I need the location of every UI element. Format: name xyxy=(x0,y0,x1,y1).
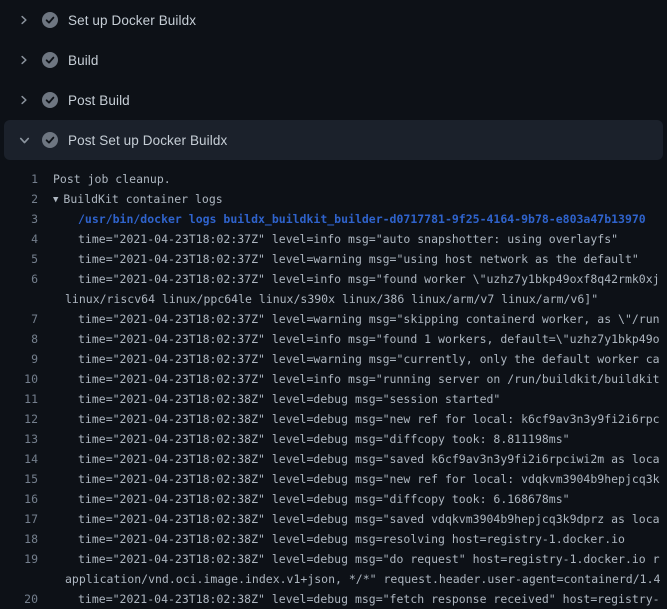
check-circle-icon xyxy=(42,132,58,148)
log-line: 9 ▼time="2021-04-23T18:02:37Z" level=war… xyxy=(0,349,667,369)
log-line-number[interactable]: 17 xyxy=(0,509,38,529)
chevron-down-icon xyxy=(19,135,30,146)
log-line: 19 ▼time="2021-04-23T18:02:38Z" level=de… xyxy=(0,549,667,569)
log-line-text: ▼time="2021-04-23T18:02:38Z" level=debug… xyxy=(38,389,500,409)
log-line-number[interactable]: 5 xyxy=(0,249,38,269)
log-group-toggle[interactable]: ▼BuildKit container logs xyxy=(38,189,223,209)
check-circle-icon xyxy=(42,52,58,68)
log-line: ▼application/vnd.oci.image.index.v1+json… xyxy=(0,569,667,589)
chevron-right-icon xyxy=(19,95,29,105)
step-title: Post Set up Docker Buildx xyxy=(68,133,227,148)
log-line: 8 ▼time="2021-04-23T18:02:37Z" level=inf… xyxy=(0,329,667,349)
log-line-number[interactable]: 10 xyxy=(0,369,38,389)
log-line: 4 ▼time="2021-04-23T18:02:37Z" level=inf… xyxy=(0,229,667,249)
log-line-number xyxy=(0,289,38,309)
log-line-text: ▼time="2021-04-23T18:02:38Z" level=debug… xyxy=(38,589,660,609)
check-circle-icon xyxy=(42,92,58,108)
step-header[interactable]: Set up Docker Buildx xyxy=(4,0,663,40)
chevron-right-icon xyxy=(19,55,29,65)
log-line-text: ▼time="2021-04-23T18:02:37Z" level=warni… xyxy=(38,349,660,369)
log-line-text: ▼linux/riscv64 linux/ppc64le linux/s390x… xyxy=(38,289,598,309)
log-line-text: ▼time="2021-04-23T18:02:38Z" level=debug… xyxy=(38,529,625,549)
log-line-text: ▼time="2021-04-23T18:02:38Z" level=debug… xyxy=(38,549,660,569)
log-line-text: ▼time="2021-04-23T18:02:38Z" level=debug… xyxy=(38,429,570,449)
log-line-text: ▼/usr/bin/docker logs buildx_buildkit_bu… xyxy=(38,209,646,229)
log-line: 7 ▼time="2021-04-23T18:02:37Z" level=war… xyxy=(0,309,667,329)
log-line-text: ▼time="2021-04-23T18:02:38Z" level=debug… xyxy=(38,409,660,429)
log-line: 1 ▼Post job cleanup. xyxy=(0,169,667,189)
log-line: 15 ▼time="2021-04-23T18:02:38Z" level=de… xyxy=(0,469,667,489)
step-header[interactable]: Post Set up Docker Buildx xyxy=(4,120,663,160)
log-line: 12 ▼time="2021-04-23T18:02:38Z" level=de… xyxy=(0,409,667,429)
chevron-right-icon xyxy=(19,15,29,25)
log-line-text: ▼application/vnd.oci.image.index.v1+json… xyxy=(38,569,660,589)
log-line-number[interactable]: 18 xyxy=(0,529,38,549)
log-line-number[interactable]: 13 xyxy=(0,429,38,449)
log-line: 20 ▼time="2021-04-23T18:02:38Z" level=de… xyxy=(0,589,667,609)
log-line-number[interactable]: 1 xyxy=(0,169,38,189)
log-line-number[interactable]: 19 xyxy=(0,549,38,569)
log-line-text: ▼time="2021-04-23T18:02:38Z" level=debug… xyxy=(38,469,660,489)
log-line: 16 ▼time="2021-04-23T18:02:38Z" level=de… xyxy=(0,489,667,509)
log-line: 18 ▼time="2021-04-23T18:02:38Z" level=de… xyxy=(0,529,667,549)
log-line-text: ▼time="2021-04-23T18:02:38Z" level=debug… xyxy=(38,489,570,509)
log-line-number[interactable]: 16 xyxy=(0,489,38,509)
steps-list: Set up Docker Buildx Build Post Build xyxy=(0,0,667,160)
check-circle-icon xyxy=(42,12,58,28)
log-line-number[interactable]: 12 xyxy=(0,409,38,429)
log-line: 2 ▼BuildKit container logs xyxy=(0,189,667,209)
step-header[interactable]: Build xyxy=(4,40,663,80)
log-line-text: ▼time="2021-04-23T18:02:37Z" level=info … xyxy=(38,369,660,389)
log-line: 6 ▼time="2021-04-23T18:02:37Z" level=inf… xyxy=(0,269,667,289)
step-header[interactable]: Post Build xyxy=(4,80,663,120)
log-line-number[interactable]: 7 xyxy=(0,309,38,329)
log-viewer: 1 ▼Post job cleanup. 2 ▼BuildKit contain… xyxy=(0,160,667,609)
log-line-number[interactable]: 6 xyxy=(0,269,38,289)
log-line-number[interactable]: 14 xyxy=(0,449,38,469)
log-line-number[interactable]: 11 xyxy=(0,389,38,409)
log-line: 17 ▼time="2021-04-23T18:02:38Z" level=de… xyxy=(0,509,667,529)
log-line-number[interactable]: 15 xyxy=(0,469,38,489)
log-line: 10 ▼time="2021-04-23T18:02:37Z" level=in… xyxy=(0,369,667,389)
log-line-text: ▼Post job cleanup. xyxy=(38,169,171,189)
log-line: 13 ▼time="2021-04-23T18:02:38Z" level=de… xyxy=(0,429,667,449)
log-line-number[interactable]: 20 xyxy=(0,589,38,609)
log-line-text: ▼time="2021-04-23T18:02:37Z" level=warni… xyxy=(38,249,639,269)
log-line-number[interactable]: 2 xyxy=(0,189,38,209)
step-title: Build xyxy=(68,53,99,68)
log-line: 11 ▼time="2021-04-23T18:02:38Z" level=de… xyxy=(0,389,667,409)
log-line: 5 ▼time="2021-04-23T18:02:37Z" level=war… xyxy=(0,249,667,269)
log-line: 3 ▼/usr/bin/docker logs buildx_buildkit_… xyxy=(0,209,667,229)
log-line-text: ▼time="2021-04-23T18:02:37Z" level=warni… xyxy=(38,309,660,329)
log-line-number[interactable]: 9 xyxy=(0,349,38,369)
log-line-text: ▼time="2021-04-23T18:02:38Z" level=debug… xyxy=(38,509,660,529)
log-line-number xyxy=(0,569,38,589)
log-line: ▼linux/riscv64 linux/ppc64le linux/s390x… xyxy=(0,289,667,309)
log-line-number[interactable]: 8 xyxy=(0,329,38,349)
log-line-text: ▼time="2021-04-23T18:02:37Z" level=info … xyxy=(38,269,660,289)
log-line-number[interactable]: 4 xyxy=(0,229,38,249)
step-title: Set up Docker Buildx xyxy=(68,13,196,28)
log-line-text: ▼time="2021-04-23T18:02:38Z" level=debug… xyxy=(38,449,660,469)
step-title: Post Build xyxy=(68,93,130,108)
log-line-number[interactable]: 3 xyxy=(0,209,38,229)
group-collapse-icon: ▼ xyxy=(53,195,58,205)
log-line-text: ▼time="2021-04-23T18:02:37Z" level=info … xyxy=(38,229,618,249)
log-line-text: ▼time="2021-04-23T18:02:37Z" level=info … xyxy=(38,329,660,349)
log-line: 14 ▼time="2021-04-23T18:02:38Z" level=de… xyxy=(0,449,667,469)
